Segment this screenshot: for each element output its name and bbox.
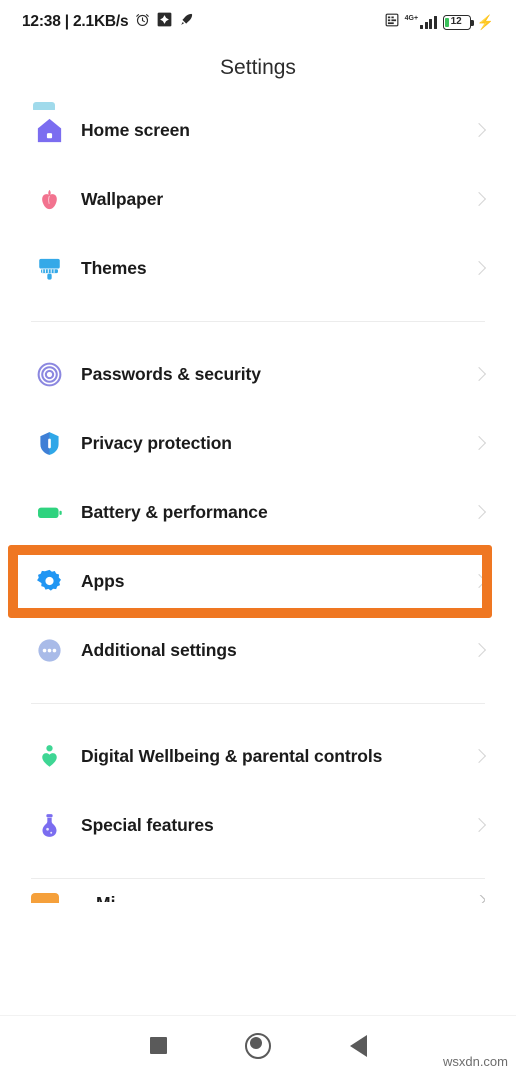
partial-row-label: Mi ... — [96, 893, 135, 902]
sim-card-icon — [385, 13, 399, 32]
more-dots-icon — [31, 633, 67, 669]
sidebar-item-label: Home screen — [81, 120, 190, 140]
shield-icon — [31, 426, 67, 462]
chevron-right-icon — [473, 572, 485, 592]
chevron-right-icon — [473, 434, 485, 454]
battery-icon — [31, 495, 67, 531]
sidebar-item-battery-performance[interactable]: Battery & performance — [0, 478, 516, 547]
status-bar-left: 12:38 | 2.1KB/s — [22, 12, 194, 32]
network-type-label: 4G+ — [404, 15, 419, 22]
home-button[interactable] — [208, 1032, 308, 1059]
status-clock: 12:38 | 2.1KB/s — [22, 13, 129, 30]
watermark: wsxdn.com — [442, 1054, 508, 1069]
sidebar-item-passwords-security[interactable]: Passwords & security — [0, 340, 516, 409]
sidebar-item-digital-wellbeing[interactable]: Digital Wellbeing & parental controls — [0, 722, 516, 791]
partial-row-bottom[interactable]: Mi ... — [0, 879, 516, 903]
settings-list[interactable]: Home screen Wallpaper Themes Passwords &… — [0, 96, 516, 1016]
chevron-right-icon — [473, 747, 485, 767]
system-navigation-bar[interactable] — [0, 1015, 516, 1075]
sidebar-item-special-features[interactable]: Special features — [0, 791, 516, 860]
battery-icon: 12 — [442, 14, 474, 30]
sidebar-item-privacy-protection[interactable]: Privacy protection — [0, 409, 516, 478]
sidebar-item-label: Wallpaper — [81, 189, 164, 209]
app-badge-icon — [157, 12, 172, 32]
apps-row-highlight-wrapper: Apps — [0, 545, 516, 618]
battery-fill — [445, 17, 450, 27]
sidebar-item-label: Themes — [81, 258, 147, 278]
sidebar-item-home-screen[interactable]: Home screen — [0, 96, 516, 165]
chevron-right-icon — [473, 190, 485, 210]
gear-icon — [31, 564, 67, 600]
fingerprint-icon — [31, 357, 67, 393]
alarm-clock-icon — [135, 12, 150, 32]
signal-bars-icon: 4G+ — [405, 15, 437, 29]
sidebar-item-label: Special features — [81, 815, 214, 835]
wellbeing-heart-icon — [31, 739, 67, 775]
battery-level-label: 12 — [450, 16, 462, 27]
page-title: Settings — [220, 56, 296, 79]
chevron-right-icon — [473, 259, 485, 279]
recents-square-icon — [149, 1037, 167, 1054]
sidebar-item-label: Apps — [81, 571, 125, 591]
mi-account-icon — [31, 893, 59, 903]
chevron-right-icon — [473, 641, 485, 661]
home-circle-icon — [245, 1032, 271, 1059]
chevron-right-icon — [473, 365, 485, 385]
chevron-right-icon — [473, 816, 485, 836]
sidebar-item-themes[interactable]: Themes — [0, 234, 516, 303]
sidebar-item-label: Passwords & security — [81, 364, 261, 384]
special-flask-icon — [31, 808, 67, 844]
rocket-icon — [179, 12, 194, 32]
wallpaper-flower-icon — [31, 182, 67, 218]
themes-brush-icon — [31, 251, 67, 287]
status-bar: 12:38 | 2.1KB/s 4G+ 12 ⚡ — [0, 0, 516, 44]
home-screen-icon — [31, 113, 67, 149]
recents-button[interactable] — [108, 1037, 208, 1054]
charging-bolt-icon: ⚡ — [476, 14, 494, 30]
back-button[interactable] — [308, 1034, 408, 1057]
chevron-right-icon — [473, 503, 485, 523]
sidebar-item-label: Battery & performance — [81, 502, 268, 522]
sidebar-item-apps[interactable]: Apps — [0, 547, 516, 616]
status-bar-right: 4G+ 12 ⚡ — [385, 13, 494, 32]
back-triangle-icon — [349, 1034, 367, 1057]
sidebar-item-label: Digital Wellbeing & parental controls — [81, 746, 383, 766]
sidebar-item-wallpaper[interactable]: Wallpaper — [0, 165, 516, 234]
sidebar-item-additional-settings[interactable]: Additional settings — [0, 616, 516, 685]
signal-bars — [420, 16, 437, 29]
chevron-right-icon — [473, 121, 485, 141]
chevron-right-icon — [473, 895, 485, 903]
sidebar-item-label: Additional settings — [81, 640, 237, 660]
sidebar-item-label: Privacy protection — [81, 433, 232, 453]
